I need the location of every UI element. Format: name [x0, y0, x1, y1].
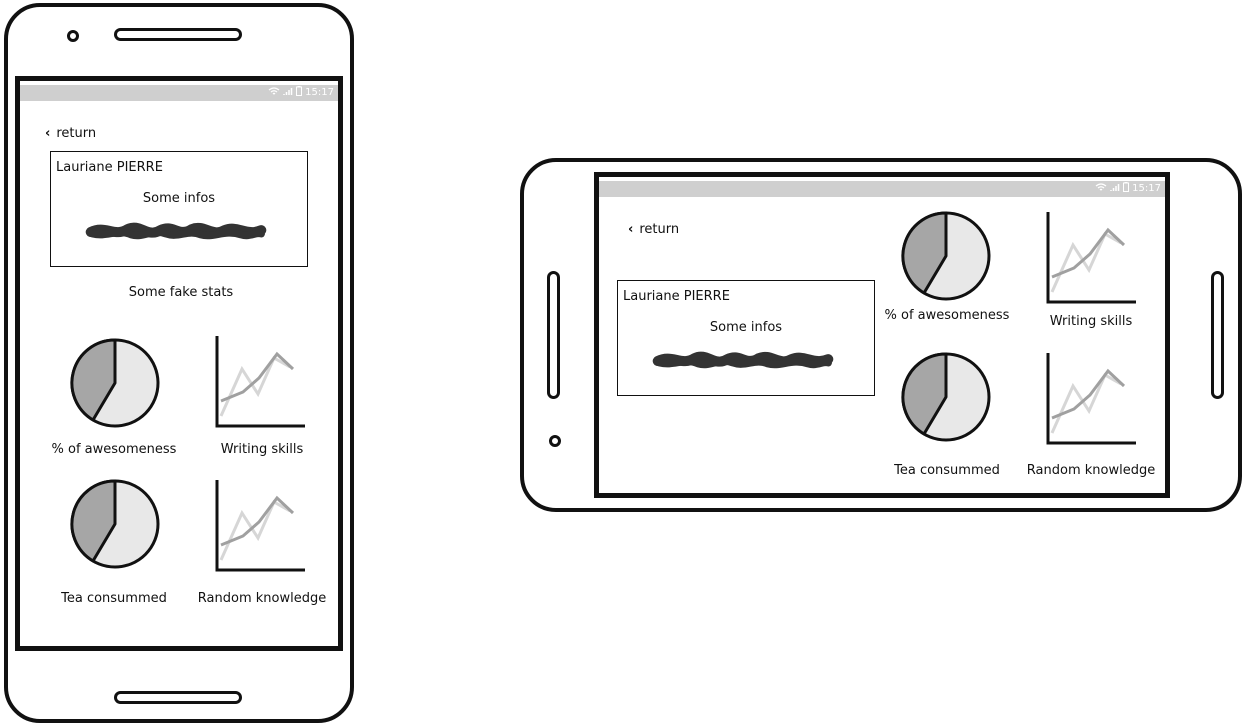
writing-skills-line-chart: [215, 336, 305, 428]
signal-icon: [283, 87, 293, 99]
awesomeness-pie-chart: [901, 211, 991, 301]
profile-card: Lauriane PIERRE Some infos: [50, 151, 308, 267]
line-series-light: [219, 499, 291, 561]
tea-pie-chart: [901, 352, 991, 442]
portrait-home-bar: [114, 691, 242, 704]
profile-infos-label: Some infos: [142, 191, 216, 206]
stat-label: Writing skills: [220, 442, 304, 457]
profile-infos-label: Some infos: [709, 320, 783, 335]
stat-label: Writing skills: [1049, 314, 1133, 329]
stat-label: Random knowledge: [1026, 463, 1156, 478]
landscape-camera: [549, 435, 561, 447]
section-title: Some fake stats: [128, 285, 234, 300]
battery-icon: [1123, 182, 1130, 195]
chart-axes: [1046, 353, 1136, 445]
battery-icon: [296, 86, 303, 99]
chart-axes: [1046, 212, 1136, 304]
portrait-speaker: [114, 28, 242, 41]
stat-label: Tea consummed: [61, 591, 167, 606]
redacted-scribble: [85, 222, 267, 240]
stat-label: % of awesomeness: [51, 442, 177, 457]
back-button[interactable]: ‹ return: [45, 126, 96, 141]
redacted-scribble: [652, 351, 834, 369]
status-time: 15:17: [305, 87, 334, 98]
wifi-icon: [268, 86, 280, 99]
profile-card: Lauriane PIERRE Some infos: [617, 280, 875, 396]
profile-name: Lauriane PIERRE: [623, 289, 730, 304]
profile-name: Lauriane PIERRE: [56, 160, 163, 175]
portrait-screen: 15:17 ‹ return Lauriane PIERRE Some info…: [15, 76, 343, 651]
chart-axes: [215, 480, 305, 572]
wifi-icon: [1095, 182, 1107, 195]
writing-skills-line-chart: [1046, 212, 1136, 304]
portrait-camera: [67, 30, 79, 42]
status-time: 15:17: [1132, 183, 1161, 194]
landscape-home-bar: [1211, 271, 1224, 399]
random-knowledge-line-chart: [1046, 353, 1136, 445]
status-bar: 15:17: [599, 181, 1165, 197]
stat-label: Tea consummed: [894, 463, 1000, 478]
landscape-speaker: [547, 271, 560, 399]
back-button[interactable]: ‹ return: [628, 222, 679, 237]
back-label: return: [56, 126, 97, 141]
stat-label: % of awesomeness: [884, 308, 1010, 323]
line-series-light: [1050, 372, 1122, 434]
line-series-light: [219, 355, 291, 417]
chart-axes: [215, 336, 305, 428]
landscape-screen: 15:17 ‹ return Lauriane PIERRE Some info…: [594, 172, 1170, 498]
signal-icon: [1110, 183, 1120, 195]
line-series-light: [1050, 231, 1122, 293]
awesomeness-pie-chart: [70, 338, 160, 428]
random-knowledge-line-chart: [215, 480, 305, 572]
back-label: return: [639, 222, 680, 237]
status-bar: 15:17: [20, 85, 338, 101]
chevron-left-icon: ‹: [45, 126, 51, 141]
tea-pie-chart: [70, 479, 160, 569]
chevron-left-icon: ‹: [628, 222, 634, 237]
stat-label: Random knowledge: [197, 591, 327, 606]
